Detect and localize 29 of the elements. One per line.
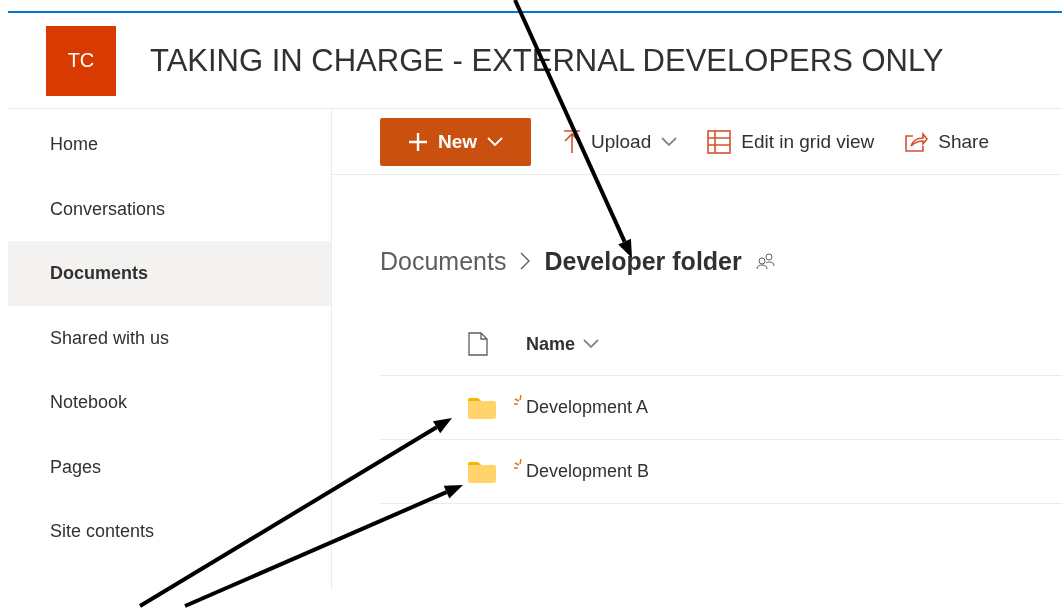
upload-button[interactable]: Upload [555, 117, 686, 166]
nav-item[interactable]: Conversations [8, 176, 331, 241]
folder-name[interactable]: Development A [526, 397, 649, 418]
chevron-down-icon [487, 136, 504, 147]
chevron-down-icon [661, 136, 678, 147]
upload-icon [563, 129, 581, 154]
chevron-down-icon [583, 339, 600, 349]
grid-icon [707, 129, 732, 154]
nav-item[interactable]: Home [8, 112, 331, 177]
new-button[interactable]: New [380, 117, 531, 166]
name-column-header[interactable]: Name [526, 333, 600, 355]
share-button[interactable]: Share [896, 117, 997, 166]
folder-icon [468, 396, 496, 419]
people-icon [755, 252, 776, 270]
nav-item[interactable]: Site contents [8, 499, 331, 564]
plus-icon [407, 131, 428, 152]
nav-item[interactable]: Shared with us [8, 305, 331, 370]
breadcrumb-current: Developer folder [544, 246, 742, 276]
nav-item[interactable]: Notebook [8, 370, 331, 435]
nav-item[interactable]: Pages [8, 434, 331, 499]
folder-name[interactable]: Development B [526, 461, 650, 482]
site-logo[interactable]: TC [46, 25, 116, 96]
folder-icon [468, 460, 496, 483]
share-icon [904, 130, 929, 153]
breadcrumb-link[interactable]: Documents [380, 246, 507, 276]
grid-button[interactable]: Edit in grid view [699, 117, 883, 166]
file-icon [468, 332, 488, 356]
nav-item[interactable]: Documents [8, 241, 331, 306]
chevron-right-icon [520, 252, 531, 270]
